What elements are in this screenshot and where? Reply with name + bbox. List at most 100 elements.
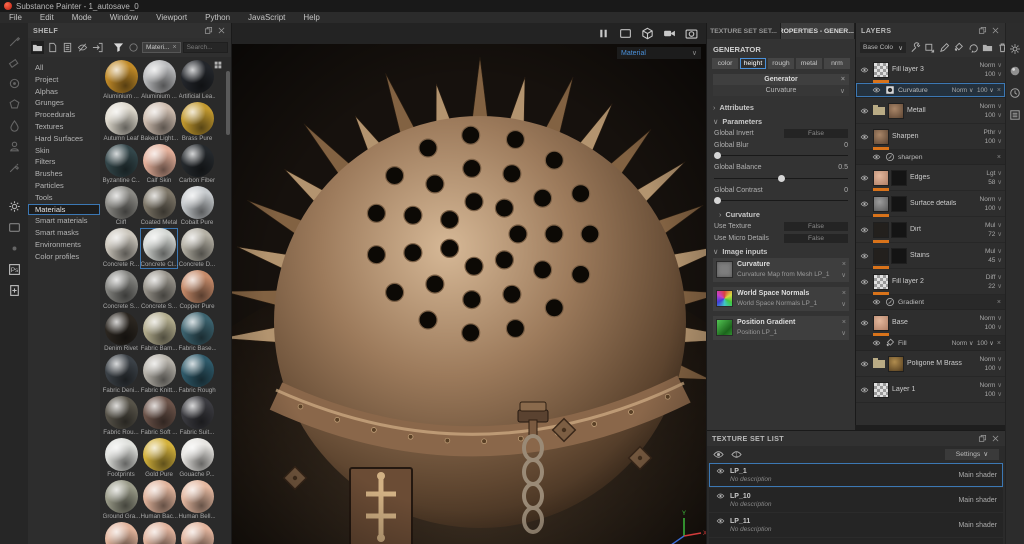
material-item[interactable]: Autumn Leaf xyxy=(102,102,140,143)
materials-scrollbar[interactable] xyxy=(226,71,230,135)
visibility-eye-icon[interactable] xyxy=(859,360,870,368)
layer-blend-opacity[interactable]: Norm ∨ 100 ∨ xyxy=(980,102,1002,120)
layer-row[interactable]: Metall Norm ∨ 100 ∨ xyxy=(856,98,1005,124)
toggle-visibility-icon[interactable] xyxy=(713,449,724,460)
effect-blend-opacity[interactable]: Norm ∨ 100 ∨ xyxy=(952,340,994,347)
remove-effect-icon[interactable]: × xyxy=(997,87,1001,94)
remove-effect-icon[interactable]: × xyxy=(997,154,1001,161)
screenshot-icon[interactable] xyxy=(685,27,698,40)
material-item[interactable]: Cliff xyxy=(102,186,140,227)
material-item[interactable]: Calf Skin xyxy=(140,144,178,185)
visibility-eye-icon[interactable] xyxy=(859,107,870,115)
layer-row[interactable]: Dirt Mul ∨ 72 ∨ xyxy=(856,217,1005,243)
effect-row[interactable]: Curvature Norm ∨ 100 ∨ × xyxy=(856,83,1005,98)
search-input[interactable] xyxy=(182,42,228,53)
material-item[interactable]: Gouache P... xyxy=(178,438,216,479)
projection-icon[interactable] xyxy=(8,77,21,90)
sidebar-item-color-profiles[interactable]: Color profiles xyxy=(28,251,100,263)
slider-knob[interactable] xyxy=(778,174,785,182)
layer-blend-opacity[interactable]: Norm ∨ 100 ∨ xyxy=(980,195,1002,213)
material-item[interactable]: Human Bell... xyxy=(178,480,216,521)
sidebar-item-environments[interactable]: Environments xyxy=(28,239,100,251)
layer-row[interactable]: Fill layer 2 Diff ∨ 22 ∨ xyxy=(856,269,1005,295)
image-input-card[interactable]: Curvature × Curvature Map from Mesh LP_1 ∨ xyxy=(713,258,849,282)
layer-blend-opacity[interactable]: Pthr ∨ 100 ∨ xyxy=(984,128,1003,146)
channel-filter-dropdown[interactable]: Base Colo ∨ xyxy=(860,42,906,53)
visibility-eye-icon[interactable] xyxy=(871,153,882,161)
param-slider[interactable] xyxy=(713,196,848,205)
visibility-eye-icon[interactable] xyxy=(715,492,726,500)
material-item[interactable]: Brass Pure xyxy=(178,102,216,143)
sidebar-item-smart-materials[interactable]: Smart materials xyxy=(28,215,100,227)
texture-set-row[interactable]: LP_11 No description Main shader xyxy=(709,513,1003,537)
texture-set-row[interactable]: LP_10 No description Main shader xyxy=(709,488,1003,512)
visibility-eye-icon[interactable] xyxy=(859,278,870,286)
visibility-eye-icon[interactable] xyxy=(715,517,726,525)
toggle-button[interactable]: False xyxy=(784,233,848,243)
camera-icon[interactable] xyxy=(663,27,676,40)
material-item[interactable]: Cobalt Pure xyxy=(178,186,216,227)
sidebar-item-grunges[interactable]: Grunges xyxy=(28,97,100,109)
material-item[interactable]: Aluminium ... xyxy=(140,60,178,101)
channel-chip-rough[interactable]: rough xyxy=(768,58,794,69)
smart-material-icon[interactable] xyxy=(968,42,979,53)
slider-knob[interactable] xyxy=(713,152,721,159)
image-input-value-row[interactable]: Position LP_1 ∨ xyxy=(737,329,846,337)
display-frame-icon[interactable] xyxy=(8,221,21,234)
clone-stamp-icon[interactable] xyxy=(8,140,21,153)
sidebar-item-brushes[interactable]: Brushes xyxy=(28,168,100,180)
material-item[interactable]: Fabric Soft ... xyxy=(140,396,178,437)
image-input-value-row[interactable]: Curvature Map from Mesh LP_1 ∨ xyxy=(737,271,846,279)
channel-chip-height[interactable]: height xyxy=(740,58,766,69)
sidebar-item-hard-surfaces[interactable]: Hard Surfaces xyxy=(28,133,100,145)
image-inputs-collapse[interactable]: ∨ Image inputs xyxy=(707,244,855,258)
material-item[interactable]: Gold Pure xyxy=(140,438,178,479)
layer-row[interactable]: Poligone M Brass Norm ∨ 100 ∨ xyxy=(856,351,1005,377)
filter-chip[interactable]: Materi... × xyxy=(142,42,181,53)
pause-icon[interactable] xyxy=(597,27,610,40)
visibility-eye-icon[interactable] xyxy=(859,226,870,234)
layer-blend-opacity[interactable]: Mul ∨ 45 ∨ xyxy=(985,247,1002,265)
close-panel-icon[interactable] xyxy=(217,26,226,35)
sidebar-item-skin[interactable]: Skin xyxy=(28,145,100,157)
material-item[interactable]: Aluminium ... xyxy=(102,60,140,101)
folder-open-icon[interactable] xyxy=(31,41,44,54)
sidebar-item-smart-masks[interactable]: Smart masks xyxy=(28,227,100,239)
close-panel-icon[interactable] xyxy=(991,434,1000,443)
layer-row[interactable]: Stains Mul ∨ 45 ∨ xyxy=(856,243,1005,269)
material-item[interactable]: Copper Pure xyxy=(178,270,216,311)
layer-row[interactable]: Edges Lgt ∨ 58 ∨ xyxy=(856,165,1005,191)
history-clock-icon[interactable] xyxy=(1009,87,1021,99)
eye-off-icon[interactable] xyxy=(76,41,89,54)
toggle-button[interactable]: False xyxy=(784,129,848,139)
layer-blend-opacity[interactable]: Norm ∨ 100 ∨ xyxy=(980,355,1002,373)
visibility-eye-icon[interactable] xyxy=(871,339,882,347)
material-item[interactable]: Concrete D... xyxy=(178,228,216,269)
smudge-icon[interactable] xyxy=(8,119,21,132)
document-icon[interactable] xyxy=(61,41,74,54)
generator-select[interactable]: Curvature ∨ xyxy=(713,85,849,96)
visibility-eye-icon[interactable] xyxy=(859,133,870,141)
remove-input-icon[interactable]: × xyxy=(842,290,846,297)
wrench-icon[interactable] xyxy=(910,42,921,53)
visibility-eye-icon[interactable] xyxy=(871,298,882,306)
layer-row[interactable]: Layer 1 Norm ∨ 100 ∨ xyxy=(856,377,1005,403)
visibility-eye-icon[interactable] xyxy=(871,86,882,94)
material-sphere-icon[interactable] xyxy=(1009,65,1021,77)
solo-visibility-icon[interactable]: 1 xyxy=(731,449,742,460)
sidebar-item-particles[interactable]: Particles xyxy=(28,180,100,192)
material-item[interactable]: Fabric Suit... xyxy=(178,396,216,437)
material-item[interactable]: Concrete S... xyxy=(140,270,178,311)
channel-chip-metal[interactable]: metal xyxy=(796,58,822,69)
layer-blend-opacity[interactable]: Norm ∨ 100 ∨ xyxy=(980,314,1002,332)
export-sheet-icon[interactable] xyxy=(8,284,21,297)
bucket-icon[interactable] xyxy=(953,42,964,53)
import-icon[interactable] xyxy=(91,41,104,54)
settings-dropdown[interactable]: Settings ∨ xyxy=(945,448,999,460)
material-item[interactable]: Concrete Cl... xyxy=(140,228,178,269)
remove-input-icon[interactable]: × xyxy=(842,261,846,268)
ps-badge-icon[interactable]: Ps xyxy=(8,263,21,276)
parameters-collapse[interactable]: ∨ Parameters xyxy=(707,114,855,128)
visibility-eye-icon[interactable] xyxy=(859,200,870,208)
menu-edit[interactable]: Edit xyxy=(31,13,63,22)
